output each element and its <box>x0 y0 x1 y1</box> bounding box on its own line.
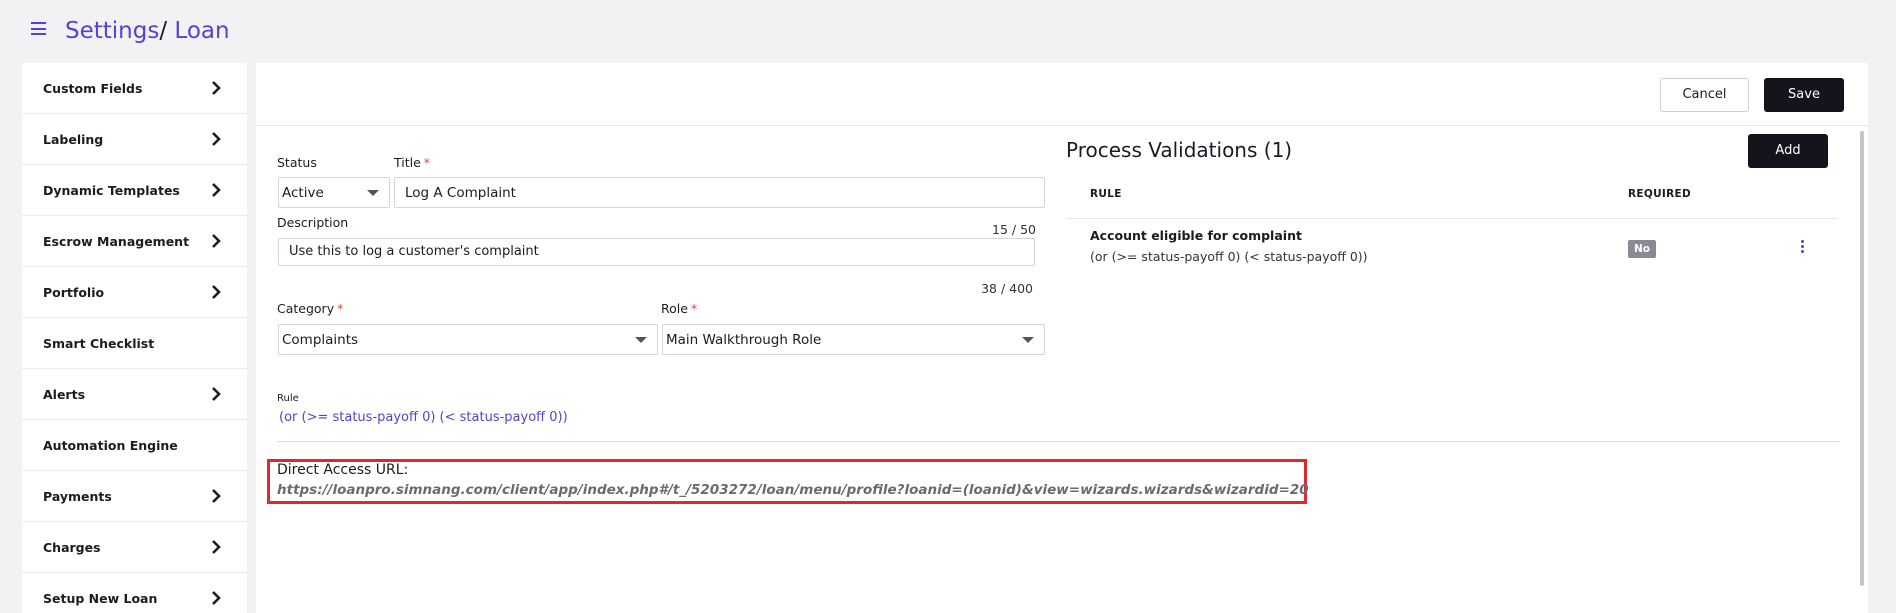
title-input-value: Log A Complaint <box>405 185 516 201</box>
top-bar: Settings/ Loan <box>0 0 1896 62</box>
sidebar-item-charges[interactable]: Charges <box>22 522 247 573</box>
direct-access-url[interactable]: https://loanpro.simnang.com/client/app/i… <box>277 482 1309 498</box>
rule-link[interactable]: (or (>= status-payoff 0) (< status-payof… <box>279 410 568 425</box>
settings-sidebar: Custom Fields Labeling Dynamic Templates… <box>22 63 247 613</box>
role-label-text: Role <box>661 301 688 316</box>
description-label: Description <box>277 215 349 230</box>
chevron-right-icon <box>212 285 221 299</box>
column-header-rule: RULE <box>1090 188 1122 200</box>
sidebar-item-label: Portfolio <box>43 285 105 300</box>
status-select-value: Active <box>282 185 324 201</box>
process-validations-title: Process Validations (1) <box>1066 138 1293 162</box>
sidebar-item-payments[interactable]: Payments <box>22 471 247 522</box>
sidebar-item-labeling[interactable]: Labeling <box>22 114 247 165</box>
title-label-text: Title <box>394 155 421 170</box>
category-select[interactable]: Complaints <box>278 324 658 355</box>
sidebar-item-label: Escrow Management <box>43 234 190 249</box>
breadcrumb: Settings/ Loan <box>65 16 230 46</box>
role-label: Role * <box>661 301 697 316</box>
required-asterisk: * <box>423 155 431 170</box>
category-label-text: Category <box>277 301 335 316</box>
title-char-counter: 15 / 50 <box>992 222 1036 237</box>
chevron-right-icon <box>212 540 221 554</box>
sidebar-item-custom-fields[interactable]: Custom Fields <box>22 63 247 114</box>
sidebar-item-label: Alerts <box>43 387 86 402</box>
sidebar-item-label: Smart Checklist <box>43 336 155 351</box>
category-select-value: Complaints <box>282 332 359 348</box>
status-select[interactable]: Active <box>278 177 390 208</box>
caret-down-icon <box>635 337 647 343</box>
chevron-right-icon <box>212 591 221 605</box>
sidebar-item-label: Setup New Loan <box>43 591 158 606</box>
description-input-value: Use this to log a customer's complaint <box>289 244 539 259</box>
required-asterisk: * <box>337 301 344 316</box>
title-input[interactable]: Log A Complaint <box>394 177 1045 208</box>
sidebar-item-automation-engine[interactable]: Automation Engine <box>22 420 247 471</box>
cancel-button[interactable]: Cancel <box>1660 78 1749 112</box>
breadcrumb-separator: / <box>159 18 168 44</box>
scrollbar-thumb[interactable] <box>1860 131 1864 586</box>
chevron-right-icon <box>212 234 221 248</box>
description-char-counter: 38 / 400 <box>981 281 1033 296</box>
hamburger-menu-icon[interactable] <box>31 22 46 37</box>
breadcrumb-settings-link[interactable]: Settings <box>65 18 159 44</box>
category-label: Category * <box>277 301 343 316</box>
sidebar-item-label: Charges <box>43 540 101 555</box>
validation-name: Account eligible for complaint <box>1090 228 1302 243</box>
more-options-icon[interactable] <box>1796 240 1808 258</box>
sidebar-item-portfolio[interactable]: Portfolio <box>22 267 247 318</box>
sidebar-item-dynamic-templates[interactable]: Dynamic Templates <box>22 165 247 216</box>
sidebar-item-setup-new-loan[interactable]: Setup New Loan <box>22 573 247 613</box>
table-header-divider <box>1066 218 1838 219</box>
caret-down-icon <box>367 190 379 196</box>
role-select[interactable]: Main Walkthrough Role <box>662 324 1045 355</box>
status-label: Status <box>277 155 317 170</box>
sidebar-item-smart-checklist[interactable]: Smart Checklist <box>22 318 247 369</box>
section-divider <box>277 441 1839 442</box>
sidebar-item-label: Labeling <box>43 132 104 147</box>
sidebar-item-escrow-management[interactable]: Escrow Management <box>22 216 247 267</box>
sidebar-item-label: Custom Fields <box>43 81 143 96</box>
validation-rule: (or (>= status-payoff 0) (< status-payof… <box>1090 249 1368 264</box>
column-header-required: REQUIRED <box>1628 188 1691 200</box>
title-label: Title * <box>394 155 430 170</box>
panel-header: Cancel Save <box>256 63 1868 126</box>
description-input[interactable]: Use this to log a customer's complaint <box>278 238 1035 266</box>
rule-label: Rule <box>277 393 299 404</box>
chevron-right-icon <box>212 387 221 401</box>
add-validation-button[interactable]: Add <box>1748 134 1828 168</box>
sidebar-item-label: Automation Engine <box>43 438 178 453</box>
wizard-editor-panel: Cancel Save Status Active Title * Log A C… <box>256 63 1868 613</box>
caret-down-icon <box>1022 337 1034 343</box>
sidebar-item-label: Payments <box>43 489 112 504</box>
sidebar-item-label: Dynamic Templates <box>43 183 180 198</box>
chevron-right-icon <box>212 132 221 146</box>
required-status-badge: No <box>1628 240 1656 258</box>
chevron-right-icon <box>212 183 221 197</box>
required-asterisk: * <box>690 301 698 316</box>
breadcrumb-loan-link[interactable]: Loan <box>174 18 229 44</box>
chevron-right-icon <box>212 489 221 503</box>
save-button[interactable]: Save <box>1764 78 1844 112</box>
chevron-right-icon <box>212 81 221 95</box>
sidebar-item-alerts[interactable]: Alerts <box>22 369 247 420</box>
role-select-value: Main Walkthrough Role <box>666 332 822 348</box>
direct-access-label: Direct Access URL: <box>277 462 409 478</box>
